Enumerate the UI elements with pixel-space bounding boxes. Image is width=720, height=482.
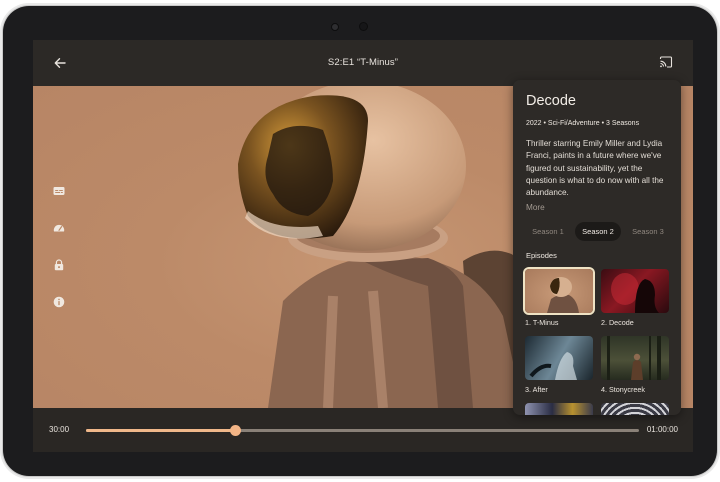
show-title: Decode — [526, 93, 576, 109]
episodes-heading: Episodes — [526, 251, 557, 260]
episode-card[interactable] — [525, 403, 593, 415]
tab-season-2[interactable]: Season 2 — [575, 222, 621, 241]
episode-title: S2:E1 “T-Minus” — [327, 57, 399, 68]
cast-icon[interactable] — [659, 55, 673, 69]
seek-bar[interactable] — [86, 425, 639, 436]
episode-thumbnail — [525, 269, 593, 313]
seek-thumb[interactable] — [229, 425, 241, 436]
episode-label: 4. Stonycreek — [601, 385, 645, 394]
episode-thumbnail — [601, 336, 669, 380]
episode-thumbnail — [525, 403, 593, 415]
elapsed-time: 30:00 — [49, 425, 70, 434]
total-time: 01:00:00 — [646, 425, 678, 434]
episode-card[interactable]: 3. After — [525, 336, 593, 394]
episode-label: 1. T-Minus — [525, 318, 559, 327]
info-icon[interactable] — [52, 295, 66, 309]
episode-label: 3. After — [525, 385, 548, 394]
side-toolbar — [52, 184, 66, 332]
episode-card[interactable]: 4. Stonycreek — [601, 336, 669, 394]
tab-season-3[interactable]: Season 3 — [623, 222, 673, 241]
season-tabs: Season 1 Season 2 Season 3 — [523, 222, 673, 241]
speed-icon[interactable] — [52, 221, 66, 235]
front-camera — [359, 22, 368, 31]
episode-card[interactable]: 2. Decode — [601, 269, 669, 327]
seek-progress — [86, 429, 235, 432]
lock-icon[interactable] — [52, 258, 66, 272]
show-meta: 2022 • Sci-Fi/Adventure • 3 Seasons — [526, 120, 640, 127]
more-link[interactable]: More — [526, 203, 545, 212]
tablet-bezel: S2:E1 “T-Minus” 30:00 01:00:00 Decode 20… — [3, 6, 717, 476]
episode-thumbnail — [601, 269, 669, 313]
episode-label: 2. Decode — [601, 318, 634, 327]
episode-info-panel: Decode 2022 • Sci-Fi/Adventure • 3 Seaso… — [513, 80, 681, 415]
episode-thumbnail — [525, 336, 593, 380]
tab-season-1[interactable]: Season 1 — [523, 222, 573, 241]
captions-icon[interactable] — [52, 184, 66, 198]
show-description: Thriller starring Emily Miller and Lydia… — [526, 139, 664, 198]
episode-card[interactable]: 1. T-Minus — [525, 269, 593, 327]
player-screen: S2:E1 “T-Minus” 30:00 01:00:00 Decode 20… — [33, 40, 693, 452]
episode-thumbnail — [601, 403, 669, 415]
episode-card[interactable] — [601, 403, 669, 415]
sensor-dot — [331, 23, 339, 31]
